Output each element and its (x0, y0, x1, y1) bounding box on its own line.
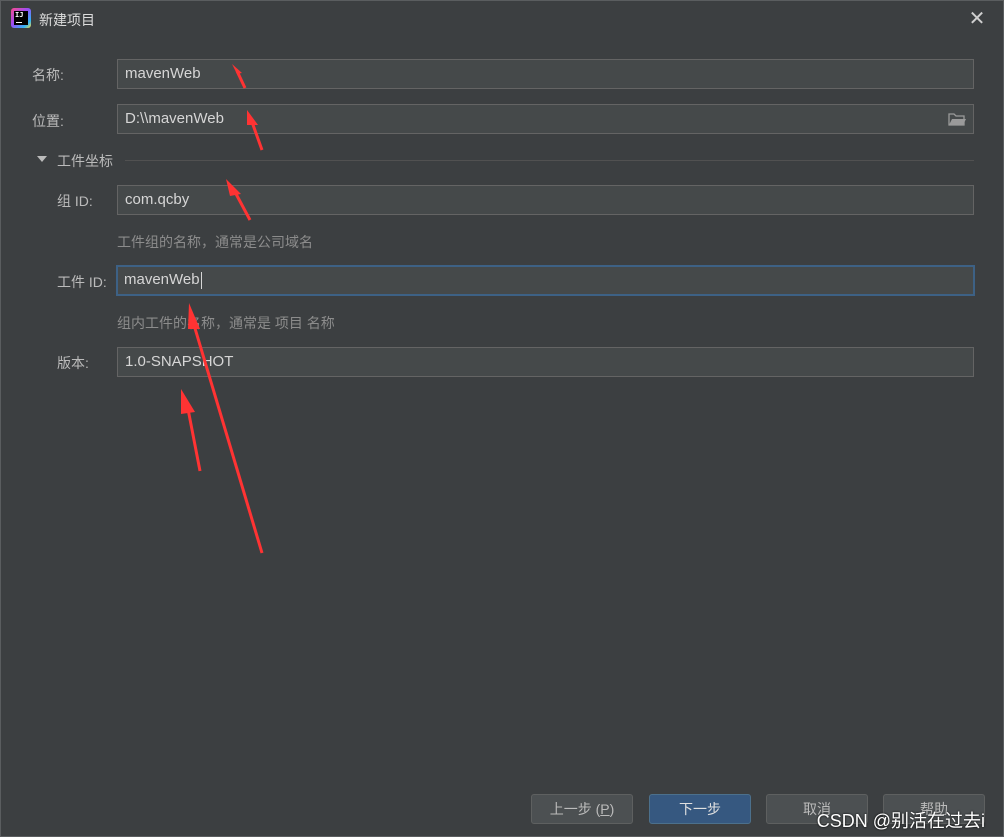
previous-button-mnemonic: P (600, 801, 610, 817)
previous-button-label: 上一步 ( (549, 801, 601, 817)
location-field[interactable]: D:\\mavenWeb (117, 104, 974, 134)
name-value: mavenWeb (125, 65, 201, 82)
section-divider (125, 160, 974, 161)
dialog-title: 新建项目 (39, 12, 95, 28)
artifact-id-hint: 组内工件的名称，通常是 项目 名称 (117, 315, 335, 331)
close-icon[interactable]: ✕ (967, 9, 987, 29)
artifact-id-label: 工件 ID: (57, 274, 107, 290)
artifact-id-value: mavenWeb (124, 271, 200, 288)
title-bar: IJ 新建项目 ✕ (1, 1, 1003, 37)
new-project-dialog: IJ 新建项目 ✕ 名称: mavenWeb 位置: D:\\mavenWeb … (0, 0, 1004, 837)
text-caret (200, 271, 202, 289)
version-field[interactable]: 1.0-SNAPSHOT (117, 347, 974, 377)
artifact-coordinates-title: 工件坐标 (57, 153, 113, 169)
group-id-field[interactable]: com.qcby (117, 185, 974, 215)
folder-icon[interactable] (948, 112, 966, 126)
location-label: 位置: (32, 113, 64, 129)
csdn-watermark: CSDN @别活在过去i (816, 811, 985, 831)
name-label: 名称: (32, 67, 64, 83)
expand-triangle-icon[interactable] (37, 156, 47, 162)
group-id-hint: 工件组的名称，通常是公司域名 (117, 234, 313, 250)
version-value: 1.0-SNAPSHOT (125, 353, 234, 370)
location-value: D:\\mavenWeb (125, 110, 224, 127)
artifact-id-field[interactable]: mavenWeb (116, 265, 975, 296)
version-label: 版本: (57, 355, 89, 371)
annotation-arrow-artifact-id (188, 303, 264, 554)
next-button-label: 下一步 (679, 801, 721, 817)
group-id-label: 组 ID: (57, 193, 93, 209)
next-button[interactable]: 下一步 (649, 794, 751, 824)
annotation-arrow-version (181, 389, 202, 472)
intellij-idea-icon: IJ (11, 8, 31, 28)
previous-button-suffix: ) (609, 801, 615, 817)
group-id-value: com.qcby (125, 191, 190, 208)
name-field[interactable]: mavenWeb (117, 59, 974, 89)
previous-button[interactable]: 上一步 (P) (531, 794, 633, 824)
